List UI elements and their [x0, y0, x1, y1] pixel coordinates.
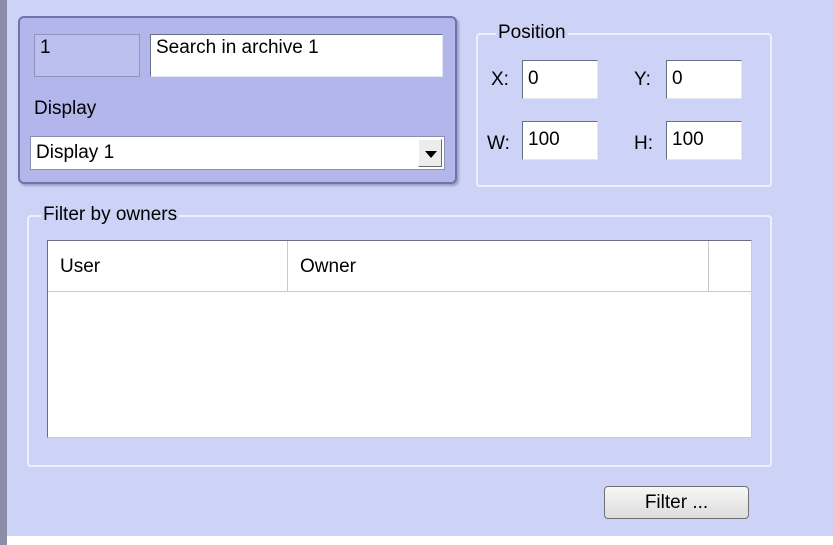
filter-legend: Filter by owners [41, 204, 180, 226]
column-header-user[interactable]: User [48, 241, 288, 291]
filter-by-owners-groupbox: Filter by owners User Owner [27, 204, 772, 467]
table-header: User Owner [48, 241, 751, 292]
h-field[interactable]: 100 [666, 121, 742, 160]
position-groupbox: Position X: 0 Y: 0 W: 100 H: 100 [476, 22, 772, 187]
bottom-strip [7, 536, 833, 545]
identity-panel: 1 Search in archive 1 Display Display 1 [18, 16, 457, 184]
y-field[interactable]: 0 [666, 60, 742, 99]
object-name-field[interactable]: Search in archive 1 [150, 34, 443, 77]
display-select[interactable]: Display 1 [30, 136, 445, 170]
window-left-edge [0, 0, 7, 545]
properties-panel: { "identity": { "id_value": "1", "name_v… [0, 0, 833, 545]
y-label: Y: [634, 69, 651, 90]
filter-button[interactable]: Filter ... [604, 486, 749, 519]
object-id-field[interactable]: 1 [34, 34, 140, 77]
column-header-filler [709, 241, 751, 291]
w-field[interactable]: 100 [522, 121, 598, 160]
owners-table[interactable]: User Owner [47, 240, 752, 438]
display-select-value: Display 1 [36, 142, 115, 163]
w-label: W: [487, 133, 510, 154]
x-field[interactable]: 0 [522, 60, 598, 99]
chevron-down-icon[interactable] [418, 139, 442, 167]
column-header-owner[interactable]: Owner [288, 241, 709, 291]
x-label: X: [491, 69, 509, 90]
position-legend: Position [496, 22, 568, 44]
display-label: Display [34, 98, 97, 119]
h-label: H: [634, 133, 653, 154]
